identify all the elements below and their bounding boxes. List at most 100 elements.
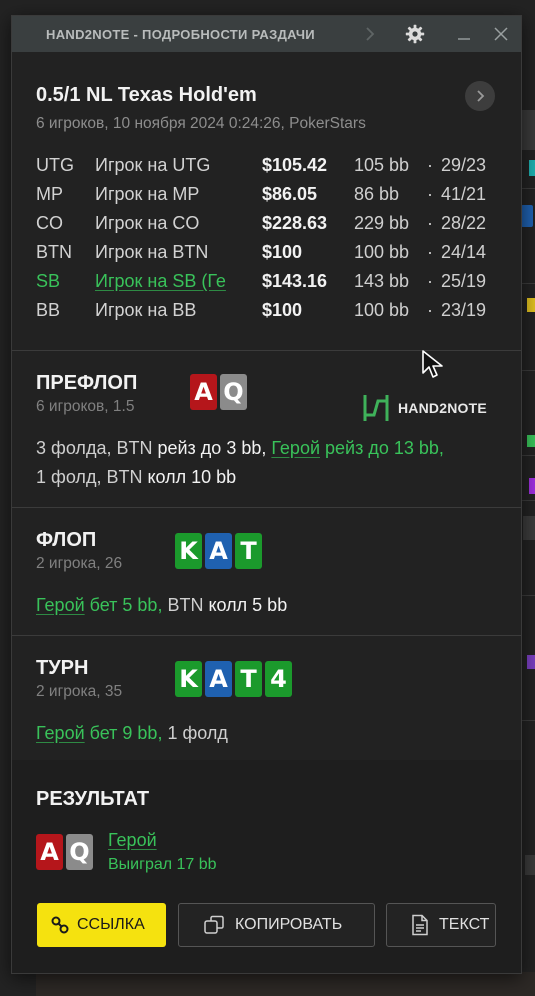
background-divider bbox=[521, 720, 535, 721]
flop-label: ФЛОП bbox=[36, 529, 97, 551]
action-text: колл 5 bb bbox=[208, 595, 288, 615]
background-divider bbox=[521, 595, 535, 596]
background-badge bbox=[527, 655, 535, 669]
player-stack: $143.16 bbox=[262, 271, 328, 291]
action-text: колл 10 bb bbox=[147, 467, 237, 487]
player-name[interactable]: Игрок на BB bbox=[95, 300, 237, 321]
player-name[interactable]: Игрок на MP bbox=[95, 184, 237, 205]
player-name[interactable]: Игрок на BTN bbox=[95, 242, 237, 263]
background-badge bbox=[527, 298, 535, 312]
player-position: SB bbox=[36, 271, 61, 291]
background-divider bbox=[521, 370, 535, 371]
player-name[interactable]: Игрок на UTG bbox=[95, 155, 237, 176]
link-button-label: ССЫЛКА bbox=[77, 916, 145, 933]
background-badge bbox=[527, 435, 535, 447]
background-divider bbox=[521, 283, 535, 284]
separator-dot: · bbox=[427, 242, 433, 262]
card: A bbox=[205, 661, 232, 697]
player-stats: 41/21 bbox=[441, 184, 487, 204]
copy-button[interactable]: КОПИРОВАТЬ bbox=[178, 903, 375, 947]
title-bar[interactable]: HAND2NOTE - ПОДРОБНОСТИ РАЗДАЧИ bbox=[12, 16, 521, 52]
background-footer bbox=[36, 972, 535, 996]
winner-cards: A Q bbox=[36, 834, 93, 870]
flop-sub: 2 игрока, 26 bbox=[36, 555, 123, 572]
turn-board: K A T 4 bbox=[175, 661, 292, 697]
player-stack-bb: 100 bb bbox=[354, 300, 410, 320]
player-stats: 29/23 bbox=[441, 155, 487, 175]
hand-subtitle: 6 игроков, 10 ноября 2024 0:24:26, Poker… bbox=[36, 115, 366, 132]
winner-link[interactable]: Герой bbox=[108, 830, 157, 851]
background-badge bbox=[529, 478, 535, 494]
card: T bbox=[235, 533, 262, 569]
link-button[interactable]: ССЫЛКА bbox=[37, 903, 166, 947]
copy-icon bbox=[204, 915, 224, 934]
card: A bbox=[36, 834, 63, 870]
hero-link[interactable]: Герой bbox=[36, 595, 85, 615]
player-stack-bb: 143 bb bbox=[354, 271, 410, 291]
minimize-icon[interactable] bbox=[454, 16, 474, 52]
action-text: BTN bbox=[162, 595, 209, 615]
chevron-right-icon[interactable] bbox=[362, 16, 378, 52]
background-badge bbox=[525, 855, 535, 875]
next-hand-button[interactable] bbox=[465, 81, 495, 111]
turn-actions: Герой бет 9 bb, 1 фолд bbox=[36, 719, 506, 748]
action-text: бет 9 bb, bbox=[84, 723, 163, 743]
player-position: MP bbox=[36, 184, 63, 204]
background-badge bbox=[529, 160, 535, 176]
card: A bbox=[190, 374, 217, 410]
close-icon[interactable] bbox=[490, 16, 512, 52]
card: T bbox=[235, 661, 262, 697]
background-divider bbox=[521, 500, 535, 501]
preflop-sub: 6 игроков, 1.5 bbox=[36, 398, 135, 415]
player-row: BTN Игрок на BTN $100 100 bb · 24/14 bbox=[36, 242, 506, 271]
hand2note-logo: HAND2NOTE bbox=[362, 393, 487, 423]
chevron-right-icon bbox=[477, 90, 485, 102]
flop-actions: Герой бет 5 bb, BTN колл 5 bb bbox=[36, 591, 506, 620]
player-position: BTN bbox=[36, 242, 72, 262]
background-badge bbox=[523, 516, 535, 540]
separator-dot: · bbox=[427, 155, 433, 175]
divider bbox=[12, 507, 521, 508]
player-stats: 24/14 bbox=[441, 242, 487, 262]
card: K bbox=[175, 661, 202, 697]
player-position: BB bbox=[36, 300, 61, 320]
background-divider bbox=[521, 455, 535, 456]
preflop-actions: 3 фолда, BTN рейз до 3 bb, Герой рейз до… bbox=[36, 434, 506, 492]
player-row: BB Игрок на BB $100 100 bb · 23/19 bbox=[36, 300, 506, 329]
link-icon bbox=[51, 916, 69, 934]
player-row: MP Игрок на MP $86.05 86 bb · 41/21 bbox=[36, 184, 506, 213]
hero-link[interactable]: Герой bbox=[36, 723, 85, 743]
game-title: 0.5/1 NL Texas Hold'em bbox=[36, 84, 257, 106]
action-text: бет 5 bb, bbox=[84, 595, 163, 615]
player-stack: $86.05 bbox=[262, 184, 318, 204]
player-row: CO Игрок на CO $228.63 229 bb · 28/22 bbox=[36, 213, 506, 242]
background-badge bbox=[521, 205, 533, 227]
hand-details-window: HAND2NOTE - ПОДРОБНОСТИ РАЗДАЧИ 0.5/1 NL… bbox=[11, 15, 522, 974]
preflop-label: ПРЕФЛОП bbox=[36, 372, 138, 394]
action-text: 1 фолд bbox=[162, 723, 228, 743]
hero-link[interactable]: Герой bbox=[271, 438, 320, 458]
turn-label: ТУРН bbox=[36, 657, 89, 679]
player-stack: $105.42 bbox=[262, 155, 328, 175]
player-stack: $100 bbox=[262, 242, 303, 262]
player-stack-bb: 86 bb bbox=[354, 184, 400, 204]
player-row-hero: SB Игрок на SB (Ге $143.16 143 bb · 25/1… bbox=[36, 271, 506, 300]
player-stats: 28/22 bbox=[441, 213, 487, 233]
text-button[interactable]: ТЕКСТ bbox=[386, 903, 496, 947]
divider bbox=[12, 635, 521, 636]
separator-dot: · bbox=[427, 184, 433, 204]
hand2note-logo-icon bbox=[363, 395, 389, 421]
result-section: РЕЗУЛЬТАТ A Q Герой Выиграл 17 bb ССЫЛКА bbox=[12, 760, 521, 973]
hand-header: 0.5/1 NL Texas Hold'em 6 игроков, 10 ноя… bbox=[36, 84, 366, 133]
player-name[interactable]: Игрок на SB (Ге bbox=[95, 271, 237, 292]
copy-button-label: КОПИРОВАТЬ bbox=[235, 916, 343, 933]
logo-text: HAND2NOTE bbox=[398, 400, 487, 416]
player-stack: $228.63 bbox=[262, 213, 328, 233]
action-text: рейз до 13 bb, bbox=[320, 438, 444, 458]
gear-icon[interactable] bbox=[402, 16, 428, 52]
window-title: HAND2NOTE - ПОДРОБНОСТИ РАЗДАЧИ bbox=[46, 27, 315, 42]
player-name[interactable]: Игрок на CO bbox=[95, 213, 237, 234]
winner-amount: Выиграл 17 bb bbox=[108, 856, 217, 873]
turn-sub: 2 игрока, 35 bbox=[36, 683, 123, 700]
player-stack: $100 bbox=[262, 300, 303, 320]
